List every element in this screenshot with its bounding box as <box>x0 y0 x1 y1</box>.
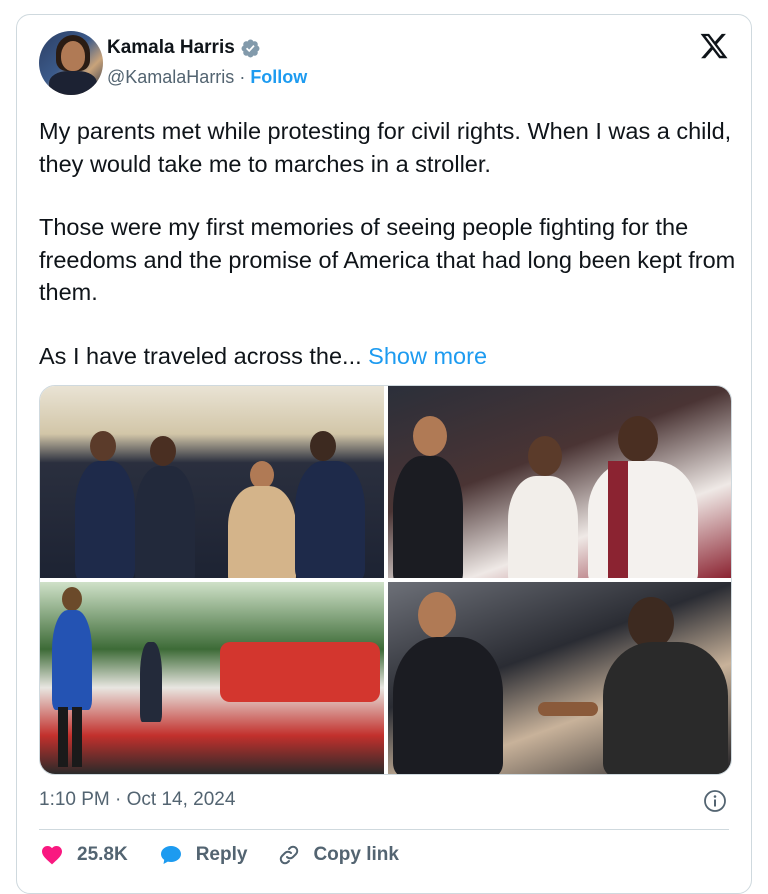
tweet-timestamp[interactable]: 1:10 PM · Oct 14, 2024 <box>39 789 235 811</box>
author-name[interactable]: Kamala Harris <box>107 37 235 59</box>
tweet-paragraph-3: As I have traveled across the... Show mo… <box>39 340 739 373</box>
reply-button[interactable]: Reply <box>158 843 248 867</box>
like-count: 25.8K <box>77 844 128 865</box>
reply-label: Reply <box>195 844 248 865</box>
author-handle-row: @KamalaHarris · Follow <box>107 67 307 88</box>
media-grid <box>39 385 732 775</box>
tweet-paragraph-1: My parents met while protesting for civi… <box>39 118 732 177</box>
follow-button[interactable]: Follow <box>250 67 307 87</box>
verified-badge-icon <box>241 39 260 57</box>
tweet-paragraph-2: Those were my first memories of seeing p… <box>39 214 736 305</box>
divider <box>39 829 729 830</box>
copy-link-label: Copy link <box>313 844 399 865</box>
author-avatar[interactable] <box>39 31 103 95</box>
link-icon <box>280 845 299 865</box>
info-icon[interactable] <box>703 789 727 813</box>
copy-link-button[interactable]: Copy link <box>277 843 399 867</box>
handle-separator: · <box>234 67 251 87</box>
truncated-text: As I have traveled across the... <box>39 342 369 369</box>
photo-rally-stadium[interactable] <box>40 582 384 774</box>
tweet-text: My parents met while protesting for civi… <box>39 115 739 372</box>
heart-icon <box>42 846 62 865</box>
show-more-link[interactable]: Show more <box>368 343 487 369</box>
photo-group-portrait[interactable] <box>40 386 384 578</box>
action-bar: 25.8K Reply Copy link <box>39 843 429 867</box>
author-handle[interactable]: @KamalaHarris <box>107 67 234 87</box>
tweet-card: Kamala Harris @KamalaHarris · Follow My … <box>16 14 752 894</box>
x-logo-icon[interactable] <box>699 31 729 61</box>
like-button[interactable]: 25.8K <box>39 843 128 867</box>
photo-students-selfie[interactable] <box>387 386 731 578</box>
speech-bubble-icon <box>160 846 181 864</box>
photo-handshake[interactable] <box>387 582 731 774</box>
author-name-row: Kamala Harris <box>107 37 261 59</box>
